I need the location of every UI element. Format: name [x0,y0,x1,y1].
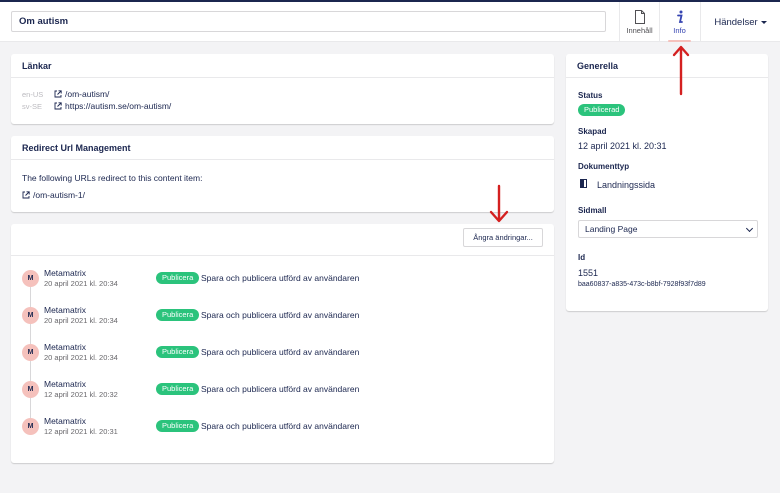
history-badge: Publicera [156,420,200,432]
redirect-description: The following URLs redirect to this cont… [22,173,203,183]
history-badge: Publicera [156,272,200,284]
avatar: M [22,307,39,324]
redirect-panel: Redirect Url Management The following UR… [11,136,554,212]
events-dropdown-button[interactable]: Händelser [700,2,780,42]
links-title: Länkar [11,54,554,78]
external-link-icon [54,90,62,98]
link-row: sv-SE https://autism.se/om-autism/ [22,101,171,111]
history-item: M Metamatrix 12 april 2021 kl. 20:32 Pub… [22,379,542,401]
template-label: Sidmall [578,206,607,215]
link-language: sv-SE [22,101,43,111]
doctype-value[interactable]: Landningssida [597,180,655,190]
link-url[interactable]: https://autism.se/om-autism/ [65,101,171,111]
app-info-button[interactable]: Info [659,2,699,42]
status-badge: Publicerad [578,104,626,116]
doctype-label: Dokumenttyp [578,162,630,171]
avatar: M [22,270,39,287]
events-label: Händelser [714,16,758,28]
avatar: M [22,418,39,435]
document-icon [634,10,645,24]
history-text: Spara och publicera utförd av användaren [201,347,360,357]
history-badge: Publicera [156,309,200,321]
id-value: 1551 [578,268,599,278]
history-user: Metamatrix [44,342,87,352]
guid-value: baa60837-a835-473c-b8bf-7928f93f7d89 [578,281,706,288]
history-date: 12 april 2021 kl. 20:31 [44,427,118,436]
status-label: Status [578,91,603,100]
history-date: 20 april 2021 kl. 20:34 [44,316,118,325]
avatar: M [22,344,39,361]
template-selected: Landing Page [585,224,638,234]
history-badge: Publicera [156,383,200,395]
history-text: Spara och publicera utförd av användaren [201,273,360,283]
history-divider [11,255,554,256]
doctype-icon [580,179,587,188]
history-text: Spara och publicera utförd av användaren [201,421,360,431]
history-user: Metamatrix [44,268,87,278]
app-content-button[interactable]: Innehåll [619,2,659,42]
annotation-arrow-up-icon [672,45,690,96]
history-item: M Metamatrix 20 april 2021 kl. 20:34 Pub… [22,342,542,364]
chevron-down-icon [745,224,754,233]
history-date: 20 april 2021 kl. 20:34 [44,279,118,288]
link-row: en-US /om-autism/ [22,89,109,99]
history-text: Spara och publicera utförd av användaren [201,384,360,394]
general-panel: Generella Status Publicerad Skapad 12 ap… [566,54,768,311]
history-item: M Metamatrix 20 april 2021 kl. 20:34 Pub… [22,305,542,327]
history-badge: Publicera [156,346,200,358]
info-icon [676,10,683,23]
redirect-row: /om-autism-1/ [22,190,85,200]
history-text: Spara och publicera utförd av användaren [201,310,360,320]
template-select[interactable]: Landing Page [578,220,758,238]
app-info-label: Info [673,26,686,35]
general-title: Generella [566,54,768,78]
external-link-icon [22,191,30,199]
history-user: Metamatrix [44,416,87,426]
redirect-title: Redirect Url Management [11,136,554,160]
history-item: M Metamatrix 12 april 2021 kl. 20:31 Pub… [22,416,542,438]
history-user: Metamatrix [44,305,87,315]
redirect-url[interactable]: /om-autism-1/ [33,190,85,200]
id-label: Id [578,253,586,262]
app-content-label: Innehåll [626,26,653,35]
created-label: Skapad [578,127,607,136]
history-date: 20 april 2021 kl. 20:34 [44,353,118,362]
annotation-arrow-down-icon [489,184,509,223]
history-item: M Metamatrix 20 april 2021 kl. 20:34 Pub… [22,268,542,290]
external-link-icon [54,102,62,110]
created-value: 12 april 2021 kl. 20:31 [578,141,667,151]
link-url[interactable]: /om-autism/ [65,89,109,99]
history-date: 12 april 2021 kl. 20:32 [44,390,118,399]
editor-header: Innehåll Info Händelser [0,2,780,42]
links-panel: Länkar en-US /om-autism/ sv-SE https://a… [11,54,554,124]
undo-changes-button[interactable]: Ångra ändringar... [463,228,543,247]
link-language: en-US [22,89,44,99]
avatar: M [22,381,39,398]
history-user: Metamatrix [44,379,87,389]
caret-down-icon [760,20,767,24]
node-name-input[interactable] [11,11,606,32]
